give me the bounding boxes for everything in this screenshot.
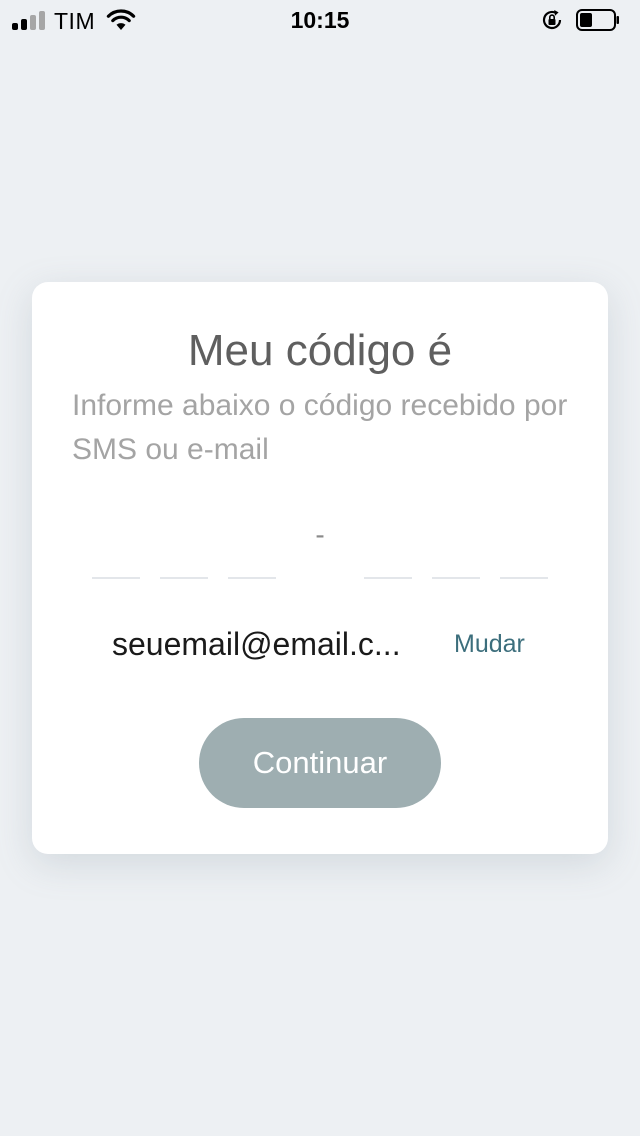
verification-card: Meu código é Informe abaixo o código rec… bbox=[32, 282, 608, 854]
code-digit-6[interactable] bbox=[500, 577, 548, 579]
change-email-link[interactable]: Mudar bbox=[454, 624, 525, 664]
code-digit-2[interactable] bbox=[160, 577, 208, 579]
code-digit-1[interactable] bbox=[92, 577, 140, 579]
battery-icon bbox=[576, 9, 619, 31]
page-title: Meu código é bbox=[187, 326, 453, 375]
status-bar: TIM 10:15 bbox=[0, 0, 640, 40]
code-digit-3[interactable] bbox=[228, 577, 276, 579]
code-digit-5[interactable] bbox=[432, 577, 480, 579]
code-separator: - bbox=[315, 519, 325, 550]
continue-button[interactable]: Continuar bbox=[199, 718, 441, 808]
instructions-text: Informe abaixo o código recebido por SMS… bbox=[72, 389, 568, 466]
email-address: seuemail@email.c... bbox=[112, 626, 401, 662]
code-digit-4[interactable] bbox=[364, 577, 412, 579]
rotation-lock-icon bbox=[542, 10, 562, 30]
email-row: seuemail@email.c... Mudar bbox=[32, 622, 608, 666]
